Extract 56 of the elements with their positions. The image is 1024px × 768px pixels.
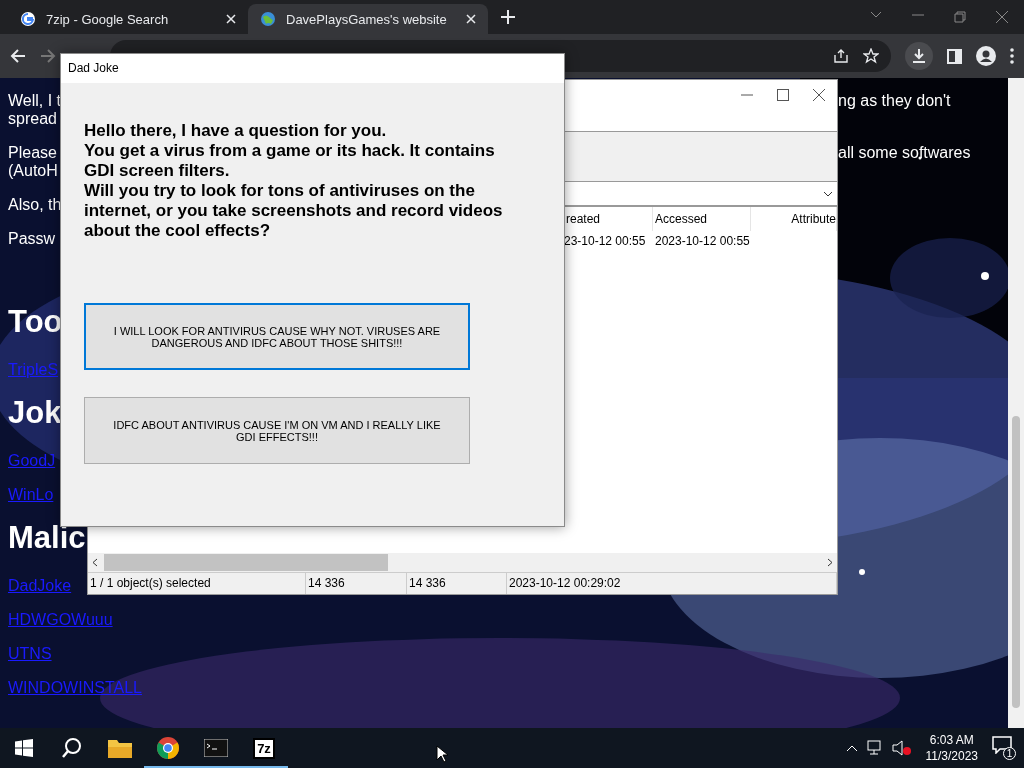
mouse-cursor-icon <box>436 745 448 763</box>
paragraph-text: ng as they don't <box>838 92 951 111</box>
browser-tab[interactable]: DavePlaysGames's website <box>248 4 488 34</box>
scroll-left-icon[interactable] <box>92 558 98 567</box>
answer-button[interactable]: I WILL LOOK FOR ANTIVIRUS CAUSE WHY NOT. VIRUSES ARE DANGEROUS AND IDFC ABOUT THOSE SHITS!!! <box>84 303 470 370</box>
status-text: 1 / 1 object(s) selected <box>88 573 306 594</box>
browser-tab[interactable]: 7zip - Google Search <box>8 4 248 34</box>
scroll-right-icon[interactable] <box>827 558 833 567</box>
dropdown-icon[interactable] <box>823 190 833 197</box>
section-heading: Too <box>8 304 63 340</box>
dialog-title: Dad Joke <box>61 54 564 83</box>
paragraph-text: all some softwares <box>838 144 971 163</box>
question-text: Hello there, I have a question for you. <box>84 121 388 141</box>
muted-speaker-icon[interactable] <box>891 740 912 756</box>
status-text: 2023-10-12 00:29:02 <box>507 573 837 594</box>
new-tab-icon[interactable] <box>501 10 515 24</box>
paragraph-text: Please (AutoH <box>8 144 58 180</box>
column-header[interactable]: Attribute <box>751 207 837 231</box>
restore-icon[interactable] <box>954 11 966 23</box>
download-icon[interactable] <box>911 48 927 64</box>
google-icon <box>20 11 36 27</box>
question-text: Will you try to look for tons of antiviruses on the internet, or you take screenshots and record videos about the cool effects? <box>84 181 504 241</box>
network-icon[interactable] <box>865 740 884 756</box>
archive-app-icon[interactable]: 7z <box>253 737 275 759</box>
table-cell-text: 2023-10-12 00:55 <box>654 233 751 250</box>
chrome-icon[interactable] <box>156 736 180 760</box>
profile-icon[interactable] <box>976 46 996 66</box>
section-heading: Jok <box>8 395 62 431</box>
share-icon[interactable] <box>833 48 849 64</box>
globe-icon <box>260 11 276 27</box>
status-text: 14 336 <box>407 573 507 594</box>
tab-search-icon[interactable] <box>870 11 882 19</box>
start-icon[interactable] <box>15 739 33 757</box>
side-panel-icon[interactable] <box>947 48 962 64</box>
folder-icon[interactable] <box>108 738 132 758</box>
maximize-icon[interactable] <box>777 88 789 101</box>
back-icon[interactable] <box>10 48 26 64</box>
chevron-up-icon[interactable] <box>845 744 858 752</box>
horizontal-scrollbar[interactable] <box>88 553 837 572</box>
section-heading: Malic <box>8 520 86 556</box>
paragraph-text: Also, th <box>8 196 62 214</box>
status-text: 14 336 <box>306 573 407 594</box>
notification-count: 1 <box>1003 747 1016 760</box>
forward-icon[interactable] <box>40 48 56 64</box>
scrollbar[interactable] <box>1008 78 1024 728</box>
close-icon[interactable] <box>813 88 825 101</box>
search-icon[interactable] <box>61 737 83 759</box>
paragraph-text: Passw <box>8 230 56 248</box>
terminal-icon[interactable] <box>204 739 228 757</box>
column-header[interactable]: Accessed <box>653 207 751 231</box>
table-cell-text: 23-10-12 00:55 <box>564 233 647 250</box>
question-text: You get a virus from a game or its hack. It contains GDI screen filters. <box>84 141 496 181</box>
answer-button[interactable]: IDFC ABOUT ANTIVIRUS CAUSE I'M ON VM AND I REALLY LIKE GDI EFFECTS!!! <box>84 397 470 464</box>
clock[interactable]: 6:03 AM 11/3/2023 <box>925 732 978 764</box>
star-icon[interactable] <box>863 48 879 64</box>
menu-icon[interactable] <box>1010 48 1014 64</box>
